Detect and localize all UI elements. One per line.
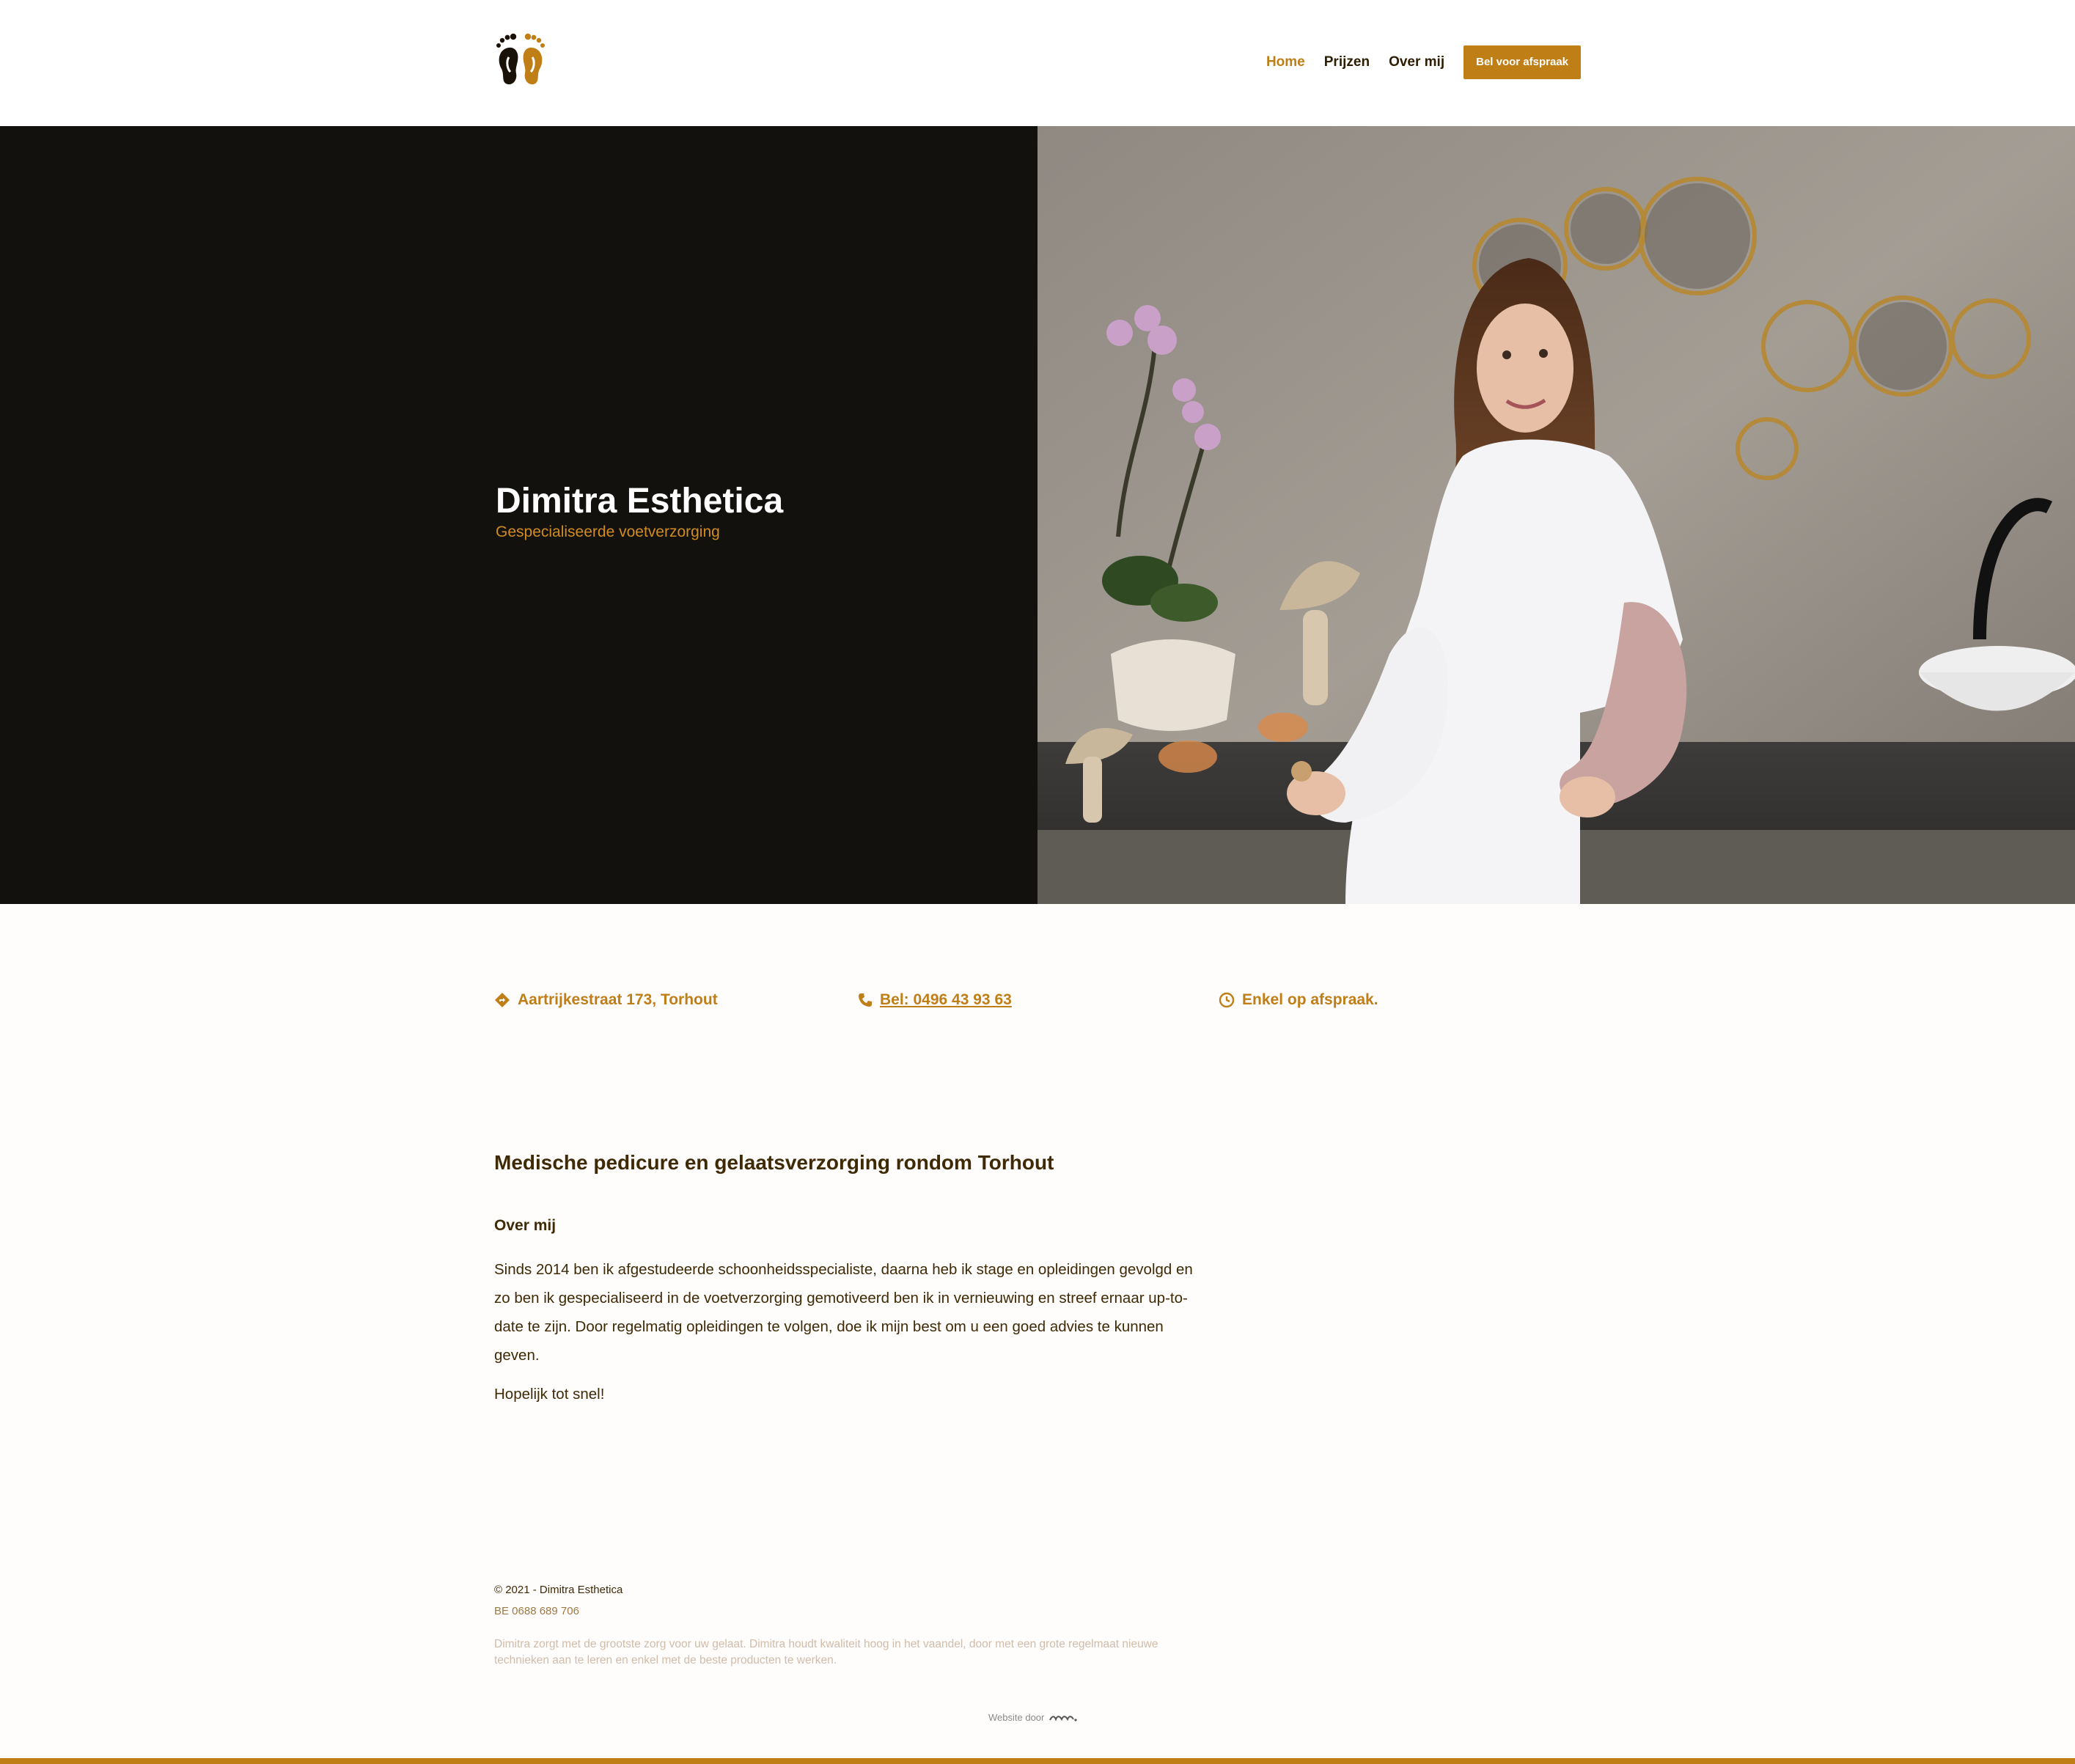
main-nav: Home Prijzen Over mij Bel voor afspraak: [1247, 45, 1581, 79]
website-credit[interactable]: Website door: [988, 1712, 1078, 1723]
closing-text: Hopelijk tot snel!: [494, 1386, 605, 1403]
credit-text: Website door: [988, 1712, 1045, 1723]
address-text: Aartrijkestraat 173, Torhout: [518, 991, 718, 1008]
agency-logo-icon[interactable]: [1048, 1713, 1078, 1722]
phone-item[interactable]: Bel: 0496 43 93 63: [858, 991, 1012, 1009]
hero-dark-panel: Dimitra Esthetica Gespecialiseerde voetv…: [0, 126, 1038, 904]
about-paragraph: Sinds 2014 ben ik afgestudeerde schoonhe…: [494, 1261, 1193, 1364]
phone-link[interactable]: Bel: 0496 43 93 63: [880, 991, 1012, 1009]
footer-vat: BE 0688 689 706: [494, 1605, 579, 1617]
about-heading: Over mij: [494, 1217, 557, 1234]
footer-description: Dimitra zorgt met de grootste zorg voor …: [494, 1638, 1158, 1666]
site-header: Home Prijzen Over mij Bel voor afspraak: [0, 0, 2075, 126]
phone-icon: [859, 993, 872, 1007]
hero-section: Dimitra Esthetica Gespecialiseerde voetv…: [0, 126, 2075, 904]
address-item: Aartrijkestraat 173, Torhout: [494, 991, 718, 1009]
feet-logo-icon[interactable]: [493, 32, 548, 88]
footer-accent-bar: [0, 1758, 2075, 1764]
hero-subtitle: Gespecialiseerde voetverzorging: [496, 523, 720, 540]
hero-photo: [1038, 126, 2075, 904]
call-appointment-button[interactable]: Bel voor afspraak: [1463, 45, 1581, 79]
hours-text: Enkel op afspraak.: [1242, 991, 1378, 1008]
footer-copyright: © 2021 - Dimitra Esthetica: [494, 1584, 623, 1596]
nav-home[interactable]: Home: [1266, 54, 1305, 70]
hours-item: Enkel op afspraak.: [1219, 991, 1378, 1009]
section-heading: Medische pedicure en gelaatsverzorging r…: [494, 1151, 1054, 1174]
nav-prijzen[interactable]: Prijzen: [1324, 54, 1370, 70]
clock-icon: [1219, 992, 1235, 1008]
directions-icon: [495, 993, 510, 1007]
nav-over-mij[interactable]: Over mij: [1389, 54, 1444, 70]
hero-title: Dimitra Esthetica: [496, 482, 784, 521]
